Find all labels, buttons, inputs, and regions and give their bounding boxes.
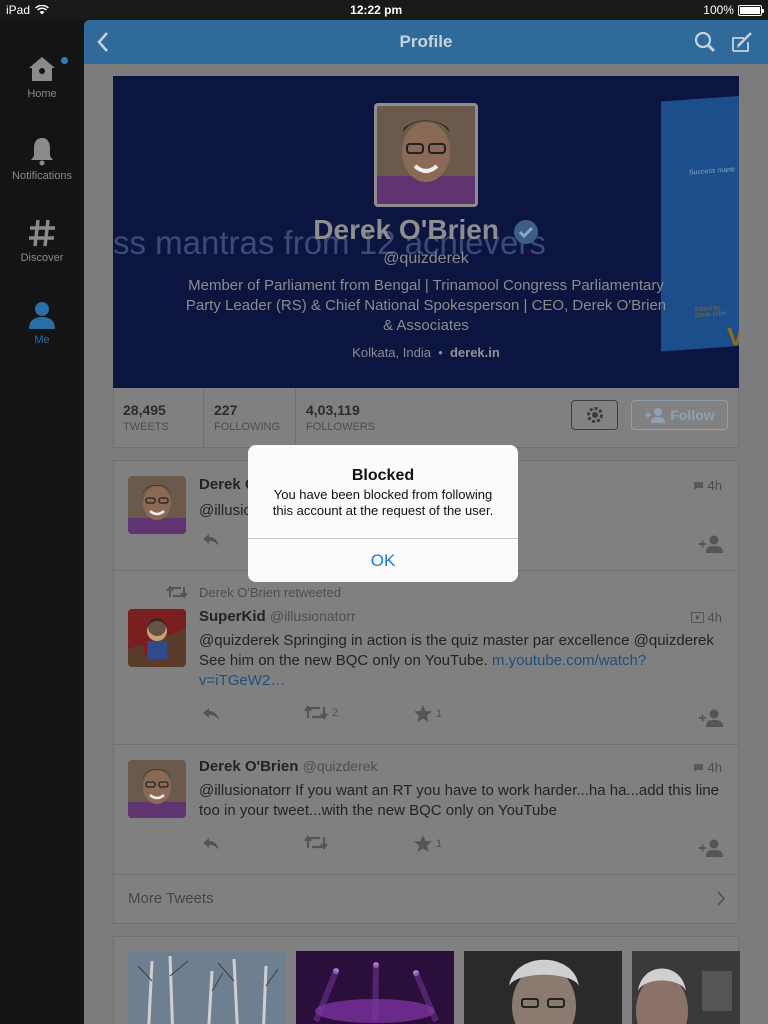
add-user-icon[interactable] xyxy=(698,535,724,553)
search-icon[interactable] xyxy=(694,31,716,53)
reply-icon[interactable] xyxy=(202,707,220,721)
tweet-time: 4h xyxy=(693,478,722,493)
profile-location: Kolkata, India xyxy=(352,345,431,360)
settings-button[interactable] xyxy=(571,400,618,430)
reply-icon[interactable] xyxy=(202,533,220,547)
profile-stats-bar: 28,495 TWEETS 227 FOLLOWING 4,03,119 FOL… xyxy=(113,388,739,448)
add-user-icon[interactable] xyxy=(698,839,724,857)
tweet-avatar[interactable] xyxy=(128,760,186,818)
star-icon xyxy=(414,835,432,852)
ok-button[interactable]: OK xyxy=(248,539,518,582)
navigation-bar: Profile xyxy=(84,20,768,64)
home-icon xyxy=(29,57,55,81)
add-user-icon xyxy=(645,408,666,423)
profile-name: Derek O'Brien xyxy=(313,214,499,245)
stat-tweets[interactable]: 28,495 TWEETS xyxy=(123,402,169,433)
bell-icon xyxy=(31,138,53,166)
gear-icon xyxy=(586,407,603,423)
verified-badge-icon xyxy=(513,219,538,244)
favorite-count: 1 xyxy=(436,707,443,720)
photo-thumbnail[interactable] xyxy=(464,951,622,1024)
photo-thumbnail[interactable] xyxy=(632,951,740,1024)
video-icon xyxy=(690,612,704,623)
status-bar: iPad 12:22 pm 100% xyxy=(0,0,768,20)
sidebar-item-notifications[interactable]: Notifications xyxy=(0,136,84,182)
reply-icon[interactable] xyxy=(202,837,220,851)
chevron-right-icon xyxy=(717,891,726,906)
profile-handle: @quizderek xyxy=(383,250,469,267)
more-tweets-row[interactable]: More Tweets xyxy=(114,875,738,923)
sidebar-item-label: Me xyxy=(34,334,50,346)
profile-header: ss mantras from 12 achievers Success man… xyxy=(113,76,739,388)
sidebar: Home Notifications Discover Me xyxy=(0,20,84,1024)
star-icon xyxy=(414,705,432,722)
tweet-avatar[interactable] xyxy=(128,609,186,667)
ipad-screen: iPad 12:22 pm 100% Home Notifications Di… xyxy=(0,0,768,1024)
photo-strip xyxy=(113,936,740,1024)
profile-url-link[interactable]: derek.in xyxy=(450,345,500,360)
retweet-count: 2 xyxy=(332,706,339,719)
add-user-icon[interactable] xyxy=(698,709,724,727)
retweet-icon xyxy=(166,585,188,599)
compose-icon[interactable] xyxy=(730,30,754,54)
favorite-button[interactable]: 1 xyxy=(414,835,442,852)
tweet-avatar[interactable] xyxy=(128,476,186,534)
tweet-author[interactable]: Derek O'Brien @quizderek xyxy=(199,758,378,775)
stat-followers[interactable]: 4,03,119 FOLLOWERS xyxy=(306,402,375,433)
alert-message: You have been blocked from following thi… xyxy=(272,487,494,518)
avatar-portrait xyxy=(377,106,475,204)
tweet-author[interactable]: SuperKid @illusionatorr xyxy=(199,608,356,625)
retweet-icon xyxy=(304,835,328,850)
reply-bubble-icon xyxy=(693,763,703,772)
reply-bubble-icon xyxy=(693,481,703,490)
sidebar-item-label: Notifications xyxy=(12,170,72,182)
sidebar-item-label: Discover xyxy=(20,252,64,264)
follow-button[interactable]: Follow xyxy=(631,400,728,430)
favorite-count: 1 xyxy=(436,837,443,850)
retweet-button[interactable]: 2 xyxy=(304,705,338,720)
retweet-icon xyxy=(304,705,328,720)
follow-button-label: Follow xyxy=(670,407,715,423)
clock: 12:22 pm xyxy=(350,3,403,17)
wifi-icon xyxy=(35,5,49,15)
profile-location-row: Kolkata, India • derek.in xyxy=(352,345,500,360)
blocked-alert-dialog: Blocked You have been blocked from follo… xyxy=(248,445,518,582)
unread-dot xyxy=(61,57,68,64)
person-icon xyxy=(29,302,55,329)
profile-bio: Member of Parliament from Bengal | Trina… xyxy=(185,277,667,334)
retweet-button[interactable] xyxy=(304,835,328,850)
tweet-item[interactable]: Derek O'Brien @quizderek 4h @illusionato… xyxy=(114,745,738,875)
sidebar-item-me[interactable]: Me xyxy=(0,300,84,346)
profile-avatar[interactable] xyxy=(374,103,478,207)
tweet-time: 4h xyxy=(693,760,722,775)
sidebar-item-label: Home xyxy=(27,88,57,100)
photo-thumbnail[interactable] xyxy=(296,951,454,1024)
divider xyxy=(295,388,296,448)
tweet-time: 4h xyxy=(690,610,722,625)
tweet-item[interactable]: Derek O'Brien retweeted SuperKid @illusi… xyxy=(114,571,738,745)
more-tweets-label: More Tweets xyxy=(128,890,214,907)
stat-following[interactable]: 227 FOLLOWING xyxy=(214,402,280,433)
battery-percent: 100% xyxy=(703,3,734,17)
tweet-text: @illusionatorr If you want an RT you hav… xyxy=(199,782,719,819)
hashtag-icon xyxy=(29,219,55,247)
sidebar-item-discover[interactable]: Discover xyxy=(0,218,84,264)
tweet-text: @quizderek Springing in action is the qu… xyxy=(199,632,714,689)
favorite-button[interactable]: 1 xyxy=(414,705,442,722)
profile-name-row: Derek O'Brien xyxy=(113,214,739,246)
retweeted-by-label: Derek O'Brien retweeted xyxy=(199,585,341,600)
alert-title: Blocked xyxy=(351,467,415,484)
device-label: iPad xyxy=(6,3,31,17)
sidebar-item-home[interactable]: Home xyxy=(0,54,84,100)
page-title: Profile xyxy=(399,32,453,51)
divider xyxy=(203,388,204,448)
photo-thumbnail[interactable] xyxy=(128,951,286,1024)
battery-icon xyxy=(737,4,764,16)
